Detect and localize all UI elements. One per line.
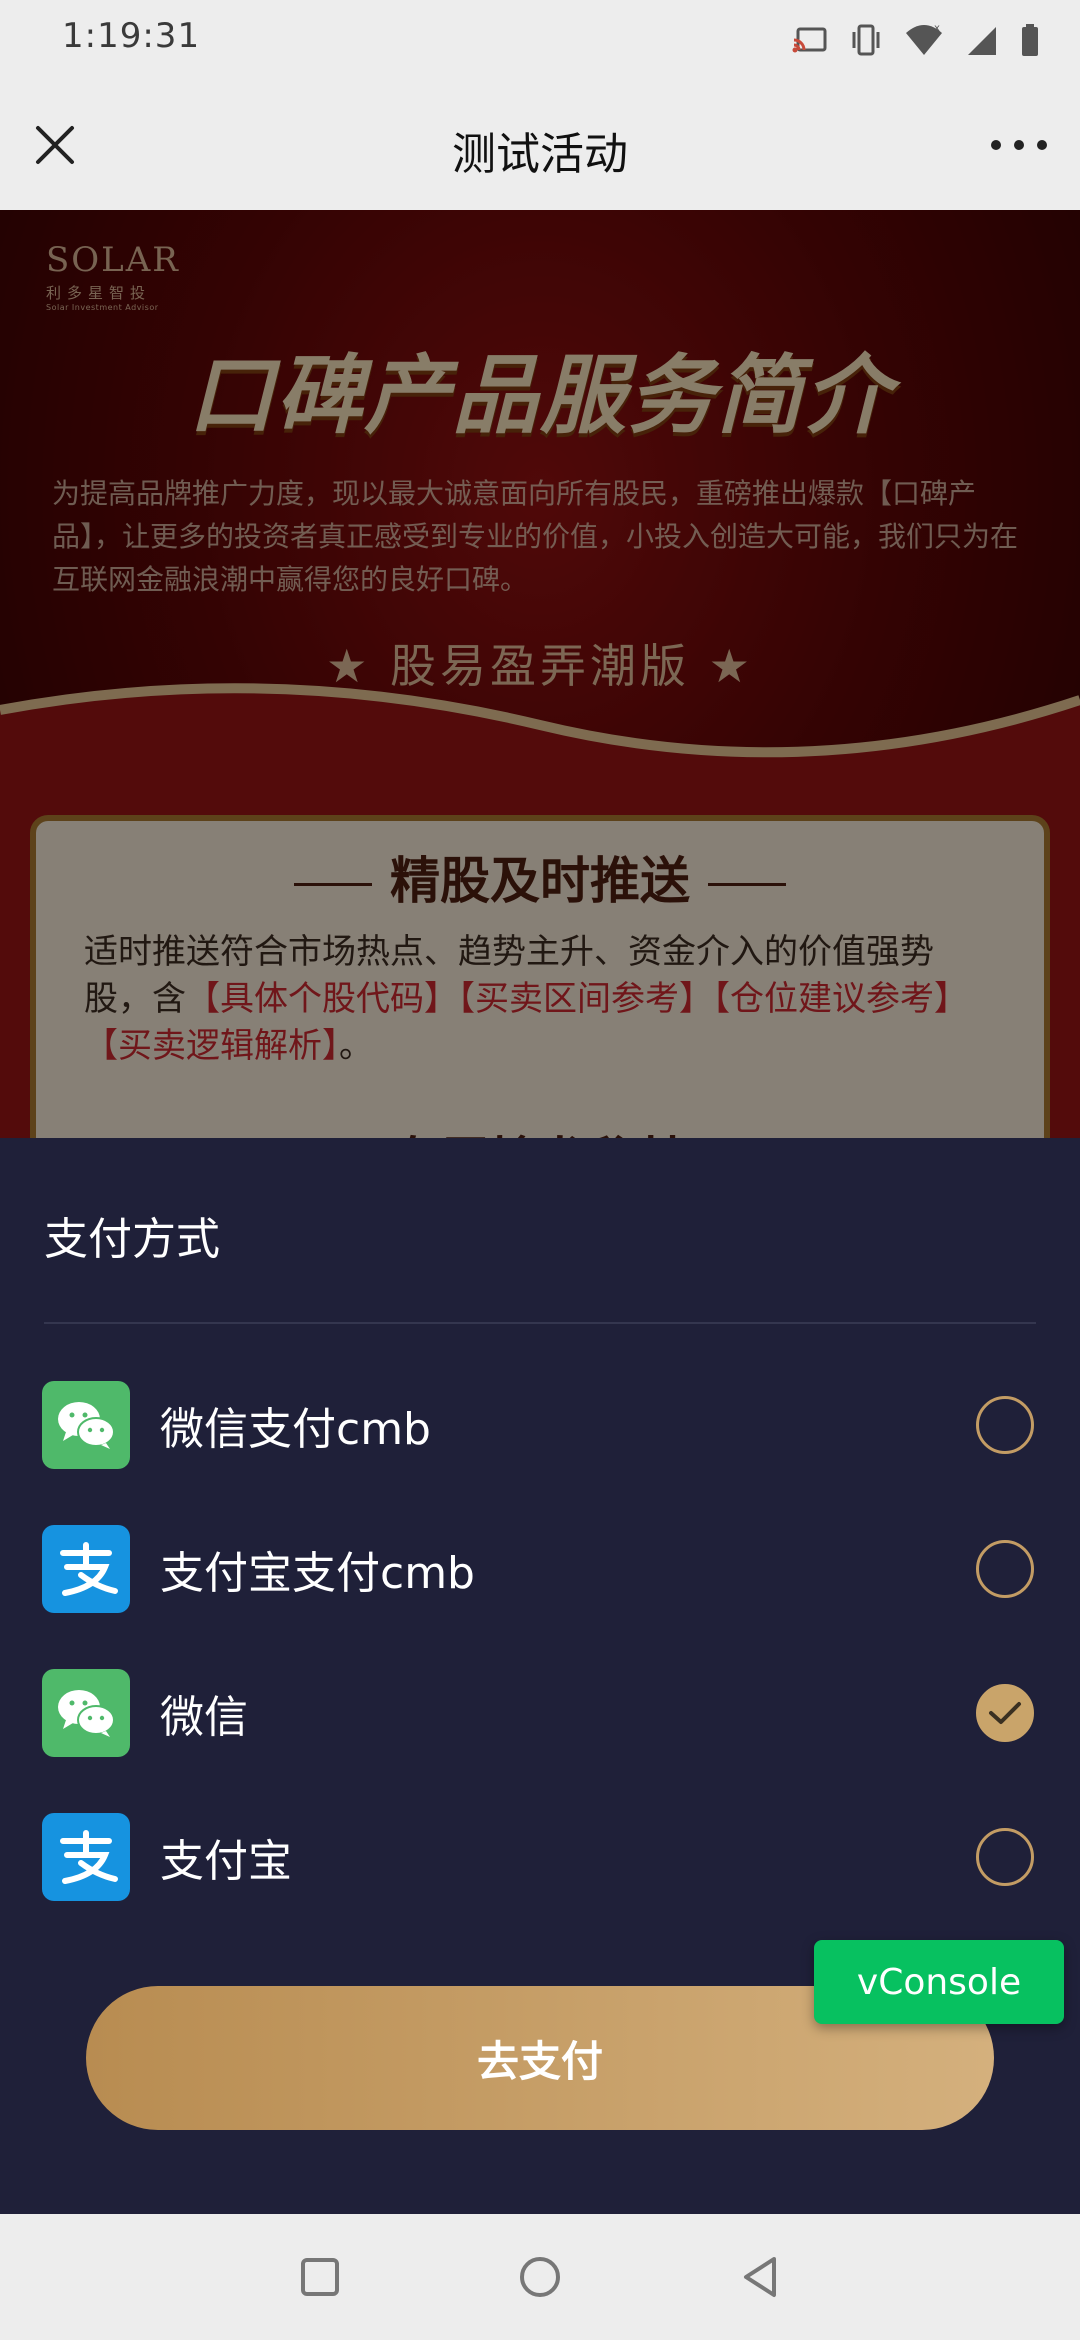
- radio-checked[interactable]: [976, 1684, 1034, 1742]
- battery-icon: [1022, 24, 1038, 56]
- recents-icon[interactable]: [293, 2250, 347, 2304]
- pay-option-label: 微信: [160, 1692, 248, 1743]
- payment-sheet: 支付方式 微信支付cmb 支付宝支付cmb 微信 支付宝 去支付: [0, 1138, 1080, 2214]
- cast-icon: [792, 27, 827, 53]
- vconsole-button[interactable]: vConsole: [814, 1940, 1064, 2024]
- radio-unchecked[interactable]: [976, 1396, 1034, 1454]
- divider: [44, 1322, 1036, 1324]
- check-icon: [989, 1702, 1021, 1724]
- radio-unchecked[interactable]: [976, 1828, 1034, 1886]
- status-time: 1:19:31: [62, 16, 201, 56]
- status-icons: x: [792, 20, 1040, 60]
- page-title: 测试活动: [452, 129, 628, 180]
- radio-unchecked[interactable]: [976, 1540, 1034, 1598]
- nav-bar: 测试活动: [0, 80, 1080, 210]
- home-icon[interactable]: [513, 2250, 567, 2304]
- pay-option-label: 支付宝支付cmb: [160, 1548, 475, 1599]
- pay-option-alipay[interactable]: 支付宝: [42, 1812, 1038, 1902]
- wechat-pay-icon: [42, 1381, 130, 1469]
- pay-option-label: 支付宝: [160, 1836, 292, 1887]
- alipay-icon: [42, 1525, 130, 1613]
- pay-option-wechat[interactable]: 微信: [42, 1668, 1038, 1758]
- svg-text:x: x: [934, 23, 940, 34]
- wechat-pay-icon: [42, 1669, 130, 1757]
- pay-option-wechat-cmb[interactable]: 微信支付cmb: [42, 1380, 1038, 1470]
- back-icon[interactable]: [734, 2250, 788, 2304]
- sheet-title: 支付方式: [44, 1214, 220, 1265]
- alipay-icon: [42, 1813, 130, 1901]
- modal-overlay[interactable]: [0, 210, 1080, 1140]
- signal-icon: [968, 27, 996, 55]
- vibrate-icon: [852, 24, 880, 56]
- pay-option-alipay-cmb[interactable]: 支付宝支付cmb: [42, 1524, 1038, 1614]
- status-bar: 1:19:31 x: [0, 0, 1080, 80]
- more-icon[interactable]: [986, 120, 1052, 170]
- android-nav-bar: [0, 2214, 1080, 2340]
- pay-option-label: 微信支付cmb: [160, 1404, 431, 1455]
- wifi-icon: x: [906, 23, 942, 55]
